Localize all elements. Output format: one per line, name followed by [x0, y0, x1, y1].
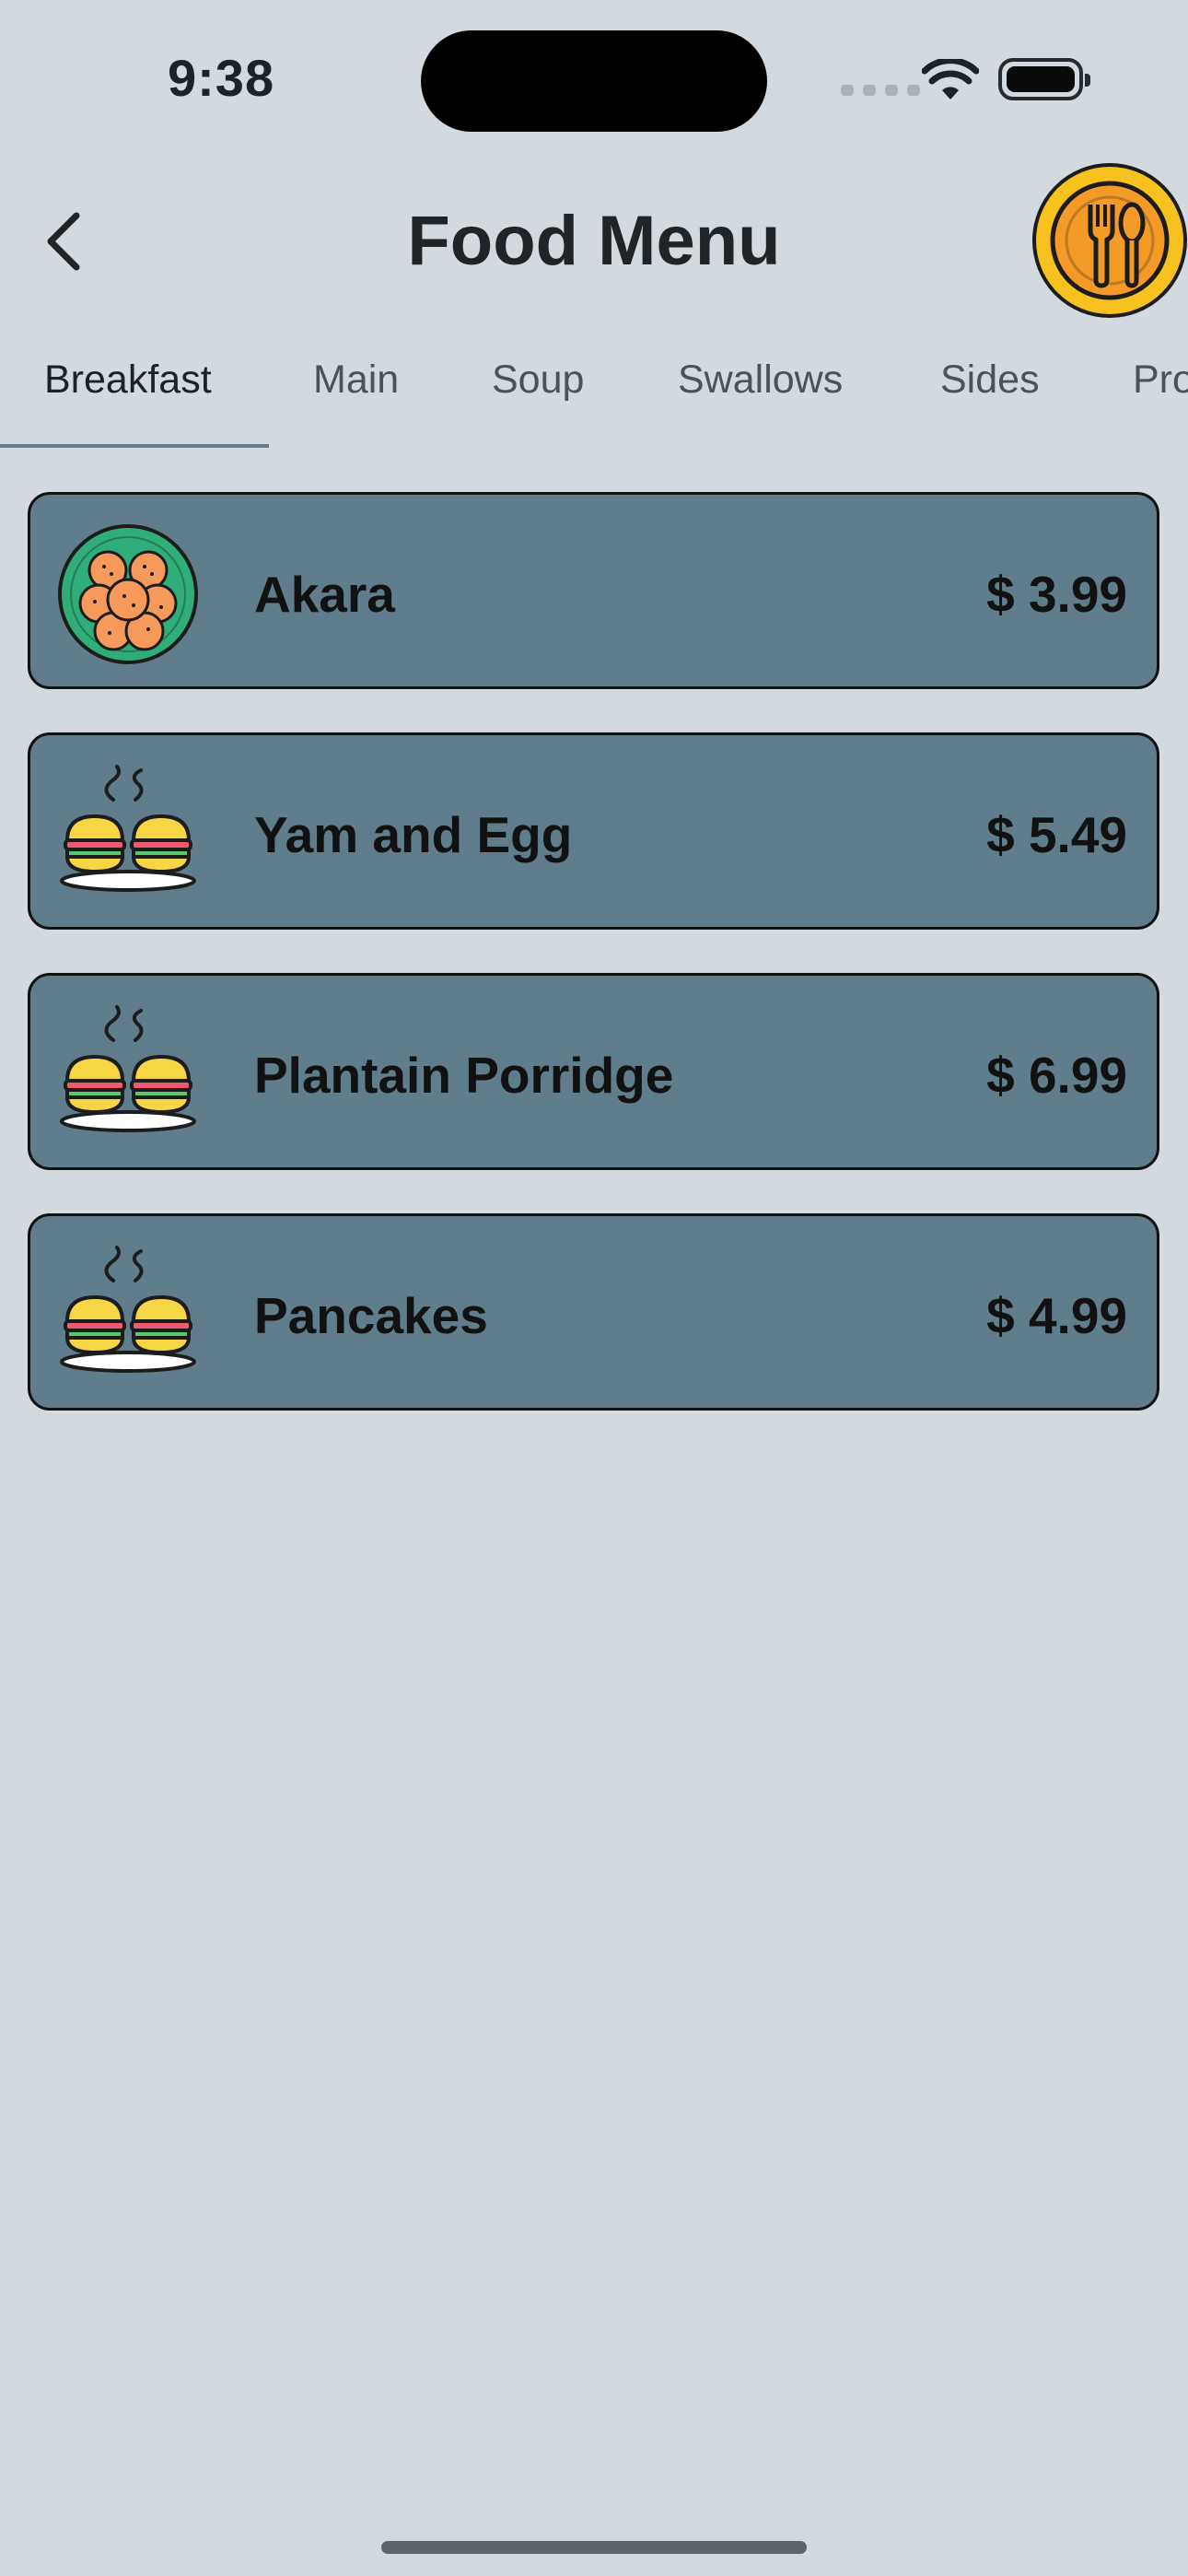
status-time: 9:38	[168, 49, 275, 107]
home-indicator[interactable]	[381, 2541, 807, 2554]
menu-item-name: Pancakes	[254, 1287, 488, 1344]
menu-item-name: Plantain Porridge	[254, 1047, 674, 1104]
tab-swallows[interactable]: Swallows	[678, 357, 843, 403]
akara-plate-icon	[58, 524, 198, 664]
tab-breakfast[interactable]: Breakfast	[44, 357, 212, 403]
burgers-plate-icon	[60, 1005, 196, 1132]
dynamic-island	[421, 30, 767, 132]
burgers-plate-icon	[60, 1246, 196, 1373]
menu-item-price: $ 5.49	[986, 806, 1127, 863]
tab-soup[interactable]: Soup	[492, 357, 584, 403]
menu-item-name: Yam and Egg	[254, 806, 573, 863]
tab-sides[interactable]: Sides	[940, 357, 1040, 403]
tab-pro[interactable]: Pro	[1133, 357, 1188, 403]
menu-item[interactable]: Akara $ 3.99	[28, 492, 1159, 689]
tab-indicator	[0, 444, 269, 448]
menu-item[interactable]: Yam and Egg $ 5.49	[28, 732, 1159, 930]
menu-item-name: Akara	[254, 566, 395, 623]
cellular-signal-icon	[841, 85, 920, 96]
menu-item-price: $ 4.99	[986, 1287, 1127, 1344]
restaurant-logo-button[interactable]	[1032, 163, 1187, 318]
menu-item-price: $ 3.99	[986, 566, 1127, 623]
menu-item[interactable]: Pancakes $ 4.99	[28, 1213, 1159, 1411]
menu-item[interactable]: Plantain Porridge $ 6.99	[28, 973, 1159, 1170]
menu-list: Akara $ 3.99 Yam and Egg $ 5.49 Plantain…	[28, 492, 1159, 1454]
burgers-plate-icon	[60, 765, 196, 892]
tab-main[interactable]: Main	[313, 357, 399, 403]
category-tabs: Breakfast Main Soup Swallows Sides Pro	[0, 345, 1188, 448]
fork-spoon-icon	[1050, 181, 1170, 300]
page-title: Food Menu	[407, 202, 781, 280]
wifi-icon	[922, 59, 979, 100]
battery-icon	[998, 58, 1090, 100]
menu-item-price: $ 6.99	[986, 1047, 1127, 1104]
